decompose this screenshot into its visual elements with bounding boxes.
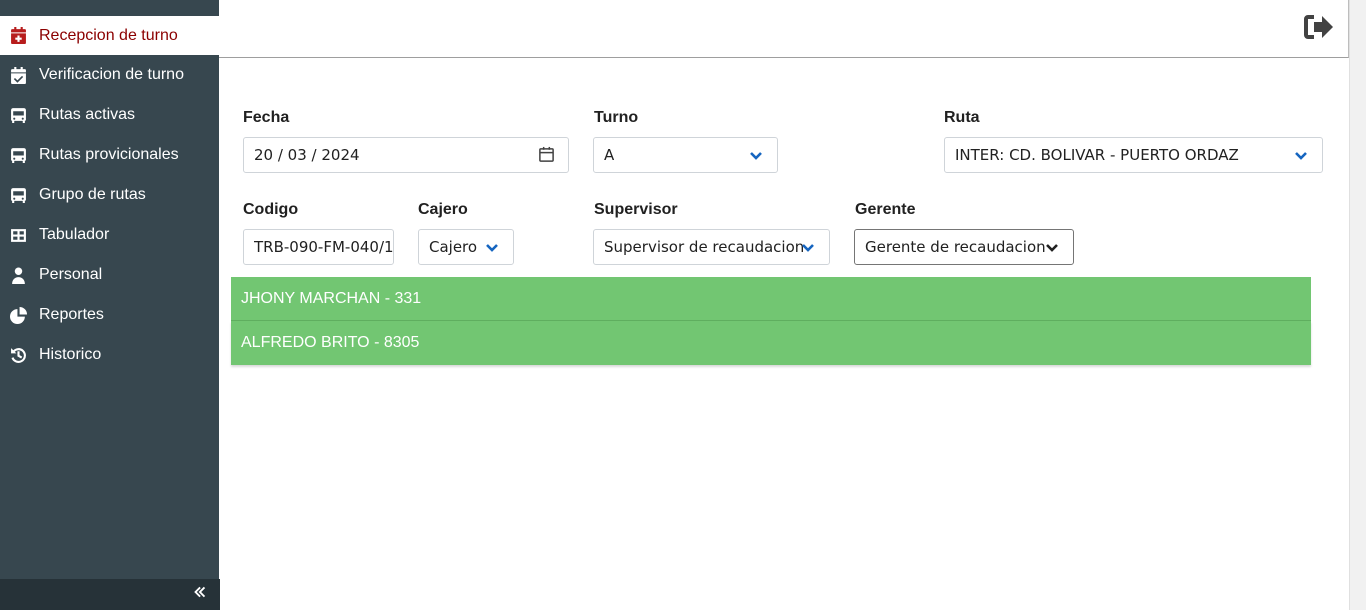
sidebar-item-recepcion-de-turno[interactable]: Recepcion de turno bbox=[0, 16, 219, 55]
ruta-value: INTER: CD. BOLIVAR - PUERTO ORDAZ bbox=[955, 146, 1239, 164]
bus-icon bbox=[9, 106, 27, 124]
calendar-icon[interactable] bbox=[538, 146, 556, 164]
ruta-select[interactable]: INTER: CD. BOLIVAR - PUERTO ORDAZ bbox=[944, 137, 1323, 173]
codigo-value: TRB-090-FM-040/1 bbox=[254, 238, 393, 256]
gerente-label: Gerente bbox=[855, 201, 916, 218]
sidebar-item-label: Personal bbox=[39, 266, 103, 283]
top-header bbox=[219, 0, 1349, 58]
sidebar-item-rutas-provicionales[interactable]: Rutas provicionales bbox=[0, 135, 219, 175]
ruta-label: Ruta bbox=[944, 109, 980, 126]
fecha-label: Fecha bbox=[243, 109, 290, 126]
calendar-plus-icon bbox=[9, 27, 27, 45]
user-tie-icon bbox=[9, 266, 27, 284]
sidebar-item-label: Grupo de rutas bbox=[39, 186, 146, 203]
sidebar-item-label: Verificacion de turno bbox=[39, 66, 184, 83]
sidebar-item-rutas-activas[interactable]: Rutas activas bbox=[0, 95, 219, 135]
sidebar-item-label: Rutas provicionales bbox=[39, 146, 179, 163]
chevron-down-icon bbox=[801, 241, 815, 255]
fecha-value: 20 / 03 / 2024 bbox=[254, 146, 360, 164]
calendar-check-icon bbox=[9, 66, 27, 84]
chevron-down-icon bbox=[485, 241, 499, 255]
table-icon bbox=[9, 226, 27, 244]
fecha-date-input[interactable]: 20 / 03 / 2024 bbox=[243, 137, 569, 173]
sidebar-item-verificacion-de-turno[interactable]: Verificacion de turno bbox=[0, 55, 219, 95]
gerente-value: Gerente de recaudacion bbox=[865, 238, 1046, 256]
sidebar-item-label: Historico bbox=[39, 346, 102, 363]
sidebar-top-strip bbox=[0, 0, 219, 16]
chevron-down-icon bbox=[749, 149, 763, 163]
history-icon bbox=[9, 346, 27, 364]
codigo-input[interactable]: TRB-090-FM-040/1 bbox=[243, 229, 394, 265]
chart-pie-icon bbox=[9, 306, 27, 324]
chevron-down-icon bbox=[1294, 149, 1308, 163]
window-scrollbar[interactable] bbox=[1349, 0, 1366, 610]
cajero-label: Cajero bbox=[418, 201, 468, 218]
sidebar-item-tabulador[interactable]: Tabulador bbox=[0, 215, 219, 255]
sidebar-item-label: Reportes bbox=[39, 306, 104, 323]
turno-value: A bbox=[604, 146, 615, 164]
sidebar-footer bbox=[0, 579, 220, 610]
sidebar-item-grupo-de-rutas[interactable]: Grupo de rutas bbox=[0, 175, 219, 215]
sidebar-item-label: Tabulador bbox=[39, 226, 110, 243]
sidebar-nav: Recepcion de turno Verificacion de turno… bbox=[0, 16, 219, 375]
double-chevron-left-icon[interactable] bbox=[192, 585, 206, 604]
cajero-select[interactable]: Cajero bbox=[418, 229, 514, 265]
sidebar-item-label: Recepcion de turno bbox=[39, 26, 178, 44]
gerente-select[interactable]: Gerente de recaudacion bbox=[854, 229, 1074, 265]
supervisor-value: Supervisor de recaudacion bbox=[604, 238, 805, 256]
sidebar-item-label: Rutas activas bbox=[39, 106, 136, 123]
bus-icon bbox=[9, 146, 27, 164]
sidebar-item-reportes[interactable]: Reportes bbox=[0, 295, 219, 335]
codigo-label: Codigo bbox=[243, 201, 299, 218]
turno-label: Turno bbox=[594, 109, 639, 126]
sidebar: Recepcion de turno Verificacion de turno… bbox=[0, 0, 220, 610]
list-item[interactable]: JHONY MARCHAN - 331 bbox=[231, 277, 1311, 321]
chevron-down-icon bbox=[1045, 241, 1059, 255]
sidebar-item-historico[interactable]: Historico bbox=[0, 335, 219, 375]
list-item[interactable]: ALFREDO BRITO - 8305 bbox=[231, 321, 1311, 365]
cajero-results-list: JHONY MARCHAN - 331 ALFREDO BRITO - 8305 bbox=[231, 277, 1311, 365]
turno-select[interactable]: A bbox=[593, 137, 778, 173]
sign-out-icon[interactable] bbox=[1303, 13, 1335, 41]
sidebar-item-personal[interactable]: Personal bbox=[0, 255, 219, 295]
supervisor-label: Supervisor bbox=[594, 201, 678, 218]
bus-icon bbox=[9, 186, 27, 204]
cajero-value: Cajero bbox=[429, 238, 478, 256]
supervisor-select[interactable]: Supervisor de recaudacion bbox=[593, 229, 830, 265]
